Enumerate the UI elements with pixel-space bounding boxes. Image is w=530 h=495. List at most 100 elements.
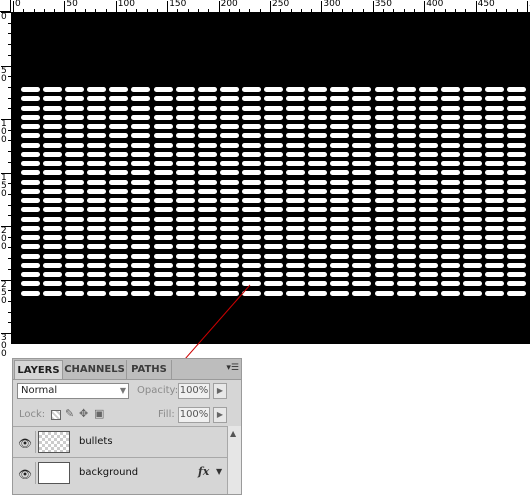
tab-layers[interactable]: LAYERS xyxy=(14,360,63,379)
bullet-shape xyxy=(396,161,416,166)
visibility-toggle[interactable]: 👁 xyxy=(16,431,36,453)
bullet-shape xyxy=(131,262,151,268)
bullet-shape xyxy=(440,198,460,203)
ruler-tick xyxy=(280,9,282,12)
panel-menu-icon[interactable]: ▾☰ xyxy=(226,363,239,373)
layer-row-background[interactable]: 👁 background fx ▼ xyxy=(13,457,227,488)
tab-paths[interactable]: PATHS xyxy=(127,360,172,379)
document-canvas[interactable] xyxy=(12,13,530,344)
fx-expand-arrow-icon[interactable]: ▼ xyxy=(216,467,222,476)
bullet-shape xyxy=(65,114,85,120)
ruler-label: 1 0 0 xyxy=(1,119,7,145)
bullet-shape xyxy=(241,272,261,277)
ruler-tick xyxy=(8,300,11,302)
lock-image-pixels-icon[interactable]: ✎ xyxy=(65,407,74,421)
bullet-shape xyxy=(87,105,107,111)
blend-mode-select[interactable]: Normal ▼ xyxy=(17,383,129,399)
bullet-shape xyxy=(219,151,239,157)
tab-channels[interactable]: CHANNELS xyxy=(63,360,127,379)
fill-field[interactable]: 100% xyxy=(178,407,210,423)
bullet-shape xyxy=(418,87,438,92)
bullet-shape xyxy=(352,124,372,129)
bullet-shape xyxy=(109,198,129,203)
bullet-shape xyxy=(241,151,261,157)
bullet-row xyxy=(21,290,529,300)
bullet-shape xyxy=(418,170,438,176)
visibility-toggle[interactable]: 👁 xyxy=(16,462,36,484)
bullet-shape xyxy=(131,235,151,240)
scroll-up-icon[interactable]: ▲ xyxy=(230,429,236,438)
bullet-shape xyxy=(65,133,85,139)
bullet-shape xyxy=(330,114,350,120)
bullet-shape xyxy=(308,281,328,287)
bullet-shape xyxy=(440,133,460,139)
bullet-shape xyxy=(440,96,460,102)
bullet-shape xyxy=(440,272,460,277)
fx-icon[interactable]: fx xyxy=(198,465,209,478)
bullet-shape xyxy=(153,225,173,231)
bullet-shape xyxy=(418,253,438,259)
ruler-tick xyxy=(485,9,487,12)
bullet-shape xyxy=(153,272,173,277)
bullet-shape xyxy=(374,133,394,139)
bullet-shape xyxy=(131,198,151,203)
bullet-shape xyxy=(484,198,504,203)
layer-row-bullets[interactable]: 👁 bullets xyxy=(13,426,227,457)
bullet-shape xyxy=(87,244,107,250)
fill-slider-button[interactable]: ▶ xyxy=(213,407,227,423)
bullet-shape xyxy=(418,281,438,287)
bullet-shape xyxy=(109,124,129,129)
layer-name[interactable]: bullets xyxy=(79,436,113,447)
bullet-shape xyxy=(440,216,460,222)
bullet-shape xyxy=(43,253,63,259)
bullet-shape xyxy=(264,105,284,111)
lock-position-icon[interactable]: ✥ xyxy=(79,407,88,421)
bullet-shape xyxy=(219,262,239,268)
opacity-slider-button[interactable]: ▶ xyxy=(213,383,227,399)
layers-scrollbar[interactable]: ▲ xyxy=(227,426,241,494)
bullet-shape xyxy=(330,253,350,259)
bullet-shape xyxy=(131,207,151,213)
bullet-shape xyxy=(131,272,151,277)
bullet-shape xyxy=(175,124,195,129)
opacity-field[interactable]: 100% xyxy=(178,383,210,399)
bullet-shape xyxy=(507,216,527,222)
bullet-shape xyxy=(241,253,261,259)
bullet-shape xyxy=(197,151,217,157)
bullet-shape xyxy=(374,225,394,231)
bullet-shape xyxy=(440,262,460,268)
bullet-shape xyxy=(440,124,460,129)
bullet-shape xyxy=(264,262,284,268)
bullet-shape xyxy=(462,133,482,139)
bullet-shape xyxy=(308,151,328,157)
bullet-shape xyxy=(197,207,217,213)
bullet-shape xyxy=(308,198,328,203)
bullet-shape xyxy=(175,133,195,139)
vertical-ruler[interactable]: 0 5 0 1 0 0 1 5 0 2 0 0 2 5 0 3 0 0 xyxy=(0,12,12,359)
ruler-tick xyxy=(8,236,11,238)
bullet-shape xyxy=(396,133,416,139)
lock-all-icon[interactable]: ▣ xyxy=(94,407,104,421)
bullet-shape xyxy=(65,142,85,148)
ruler-tick xyxy=(8,22,11,24)
bullet-shape xyxy=(352,198,372,203)
bullet-shape xyxy=(308,262,328,268)
horizontal-ruler[interactable]: 050100150200250300350400450500 xyxy=(11,0,530,13)
bullet-shape xyxy=(374,87,394,92)
bullet-shape xyxy=(264,253,284,259)
bullet-shape xyxy=(286,262,306,268)
bullet-shape xyxy=(286,272,306,277)
bullet-shape xyxy=(308,124,328,129)
bullet-shape xyxy=(286,179,306,185)
bullet-shape xyxy=(374,272,394,277)
bullet-pattern xyxy=(21,87,529,300)
lock-transparent-pixels-icon[interactable] xyxy=(51,410,61,420)
ruler-tick xyxy=(156,9,158,12)
ruler-tick xyxy=(239,9,241,12)
bullet-shape xyxy=(264,142,284,148)
layer-name[interactable]: background xyxy=(79,467,138,478)
bullet-shape xyxy=(197,262,217,268)
bullet-shape xyxy=(484,142,504,148)
bullet-shape xyxy=(396,235,416,240)
bullet-shape xyxy=(241,244,261,250)
